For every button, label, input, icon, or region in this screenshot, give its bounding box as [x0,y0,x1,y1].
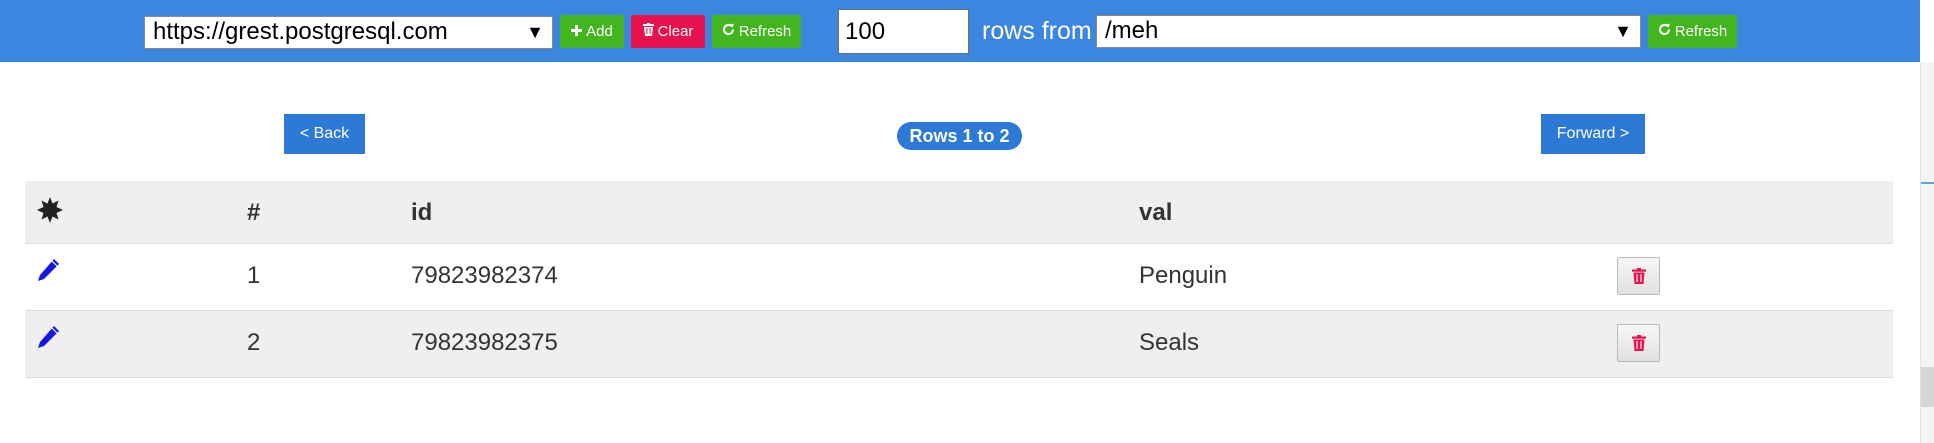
rows-range-badge: Rows 1 to 2 [897,122,1022,150]
trash-icon [642,15,654,48]
panel-scroll-handle[interactable] [1921,367,1934,407]
row-id: 79823982374 [411,262,558,289]
trash-icon [1632,335,1646,351]
side-panel-edge [1920,62,1934,443]
refresh-button-label: Refresh [1674,23,1728,40]
data-table: # id val 1 79823982374 Penguin 2 7982398… [25,181,1893,378]
row-number: 2 [247,329,261,356]
refresh-servers-button[interactable]: Refresh [712,15,801,48]
caret-down-icon: ▼ [1614,21,1632,41]
caret-down-icon: ▼ [526,22,544,42]
table-row: 1 79823982374 Penguin [25,244,1893,311]
row-id: 79823982375 [411,329,558,356]
refresh-icon [722,15,735,48]
top-toolbar: https://grest.postgresql.com ▼ Add Clear… [0,0,1920,62]
row-number: 1 [247,262,261,289]
pencil-icon[interactable] [35,324,61,358]
refresh-button-label: Refresh [738,23,792,40]
column-header-num[interactable]: # [247,198,260,228]
add-button[interactable]: Add [560,15,624,48]
table-row: 2 79823982375 Seals [25,311,1893,378]
pencil-icon[interactable] [35,257,61,291]
delete-row-button[interactable] [1617,324,1660,362]
server-url-value: https://grest.postgresql.com [153,18,448,45]
plus-icon [571,15,583,48]
row-val: Seals [1139,329,1200,356]
panel-divider [1921,182,1934,184]
clear-button[interactable]: Clear [631,15,705,48]
row-val: Penguin [1139,262,1228,289]
trash-icon [1632,268,1646,284]
add-button-label: Add [586,23,613,40]
back-button[interactable]: < Back [284,114,365,154]
rows-from-label: rows from [982,17,1092,45]
column-header-id[interactable]: id [411,198,432,228]
clear-button-label: Clear [657,23,694,40]
settings-burst-icon [37,197,63,231]
refresh-icon [1658,15,1671,48]
delete-row-button[interactable] [1617,257,1660,295]
forward-button[interactable]: Forward > [1541,114,1645,154]
server-url-select[interactable]: https://grest.postgresql.com ▼ [144,16,553,49]
refresh-table-button[interactable]: Refresh [1648,15,1737,48]
table-path-select[interactable]: /meh ▼ [1096,15,1641,48]
table-path-value: /meh [1105,17,1159,44]
table-header-row: # id val [25,181,1893,244]
column-header-val[interactable]: val [1139,198,1172,228]
row-limit-input[interactable] [838,9,969,54]
